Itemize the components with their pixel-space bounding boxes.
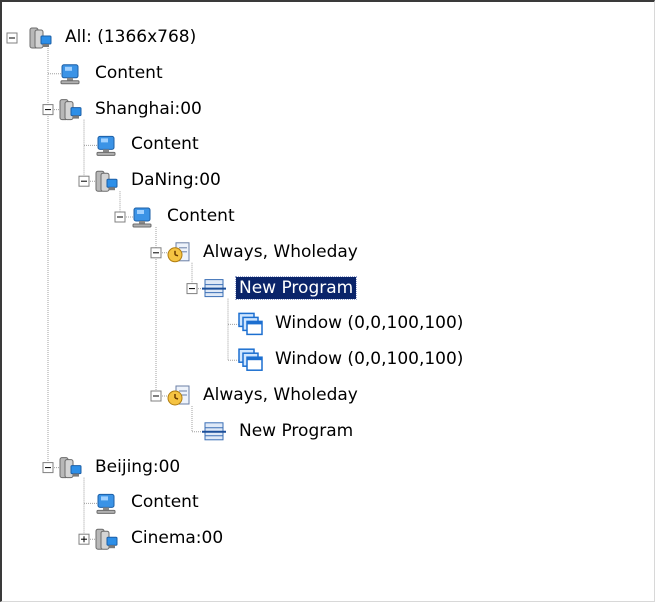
window-icon <box>238 348 263 371</box>
collapse-toggle-icon[interactable] <box>6 32 18 44</box>
tree-node-label[interactable]: Content <box>128 133 202 155</box>
tree-node-label[interactable]: Content <box>128 491 202 513</box>
collapse-toggle-icon[interactable] <box>114 211 126 223</box>
collapse-toggle-icon[interactable] <box>42 462 54 474</box>
monitor-icon <box>96 493 116 514</box>
collapse-toggle-icon[interactable] <box>150 390 162 402</box>
server-group-icon <box>59 457 82 479</box>
tree-connector-lines <box>6 27 263 550</box>
tree-node-label[interactable]: Content <box>92 62 166 84</box>
tree-node-label[interactable]: Always, Wholeday <box>200 241 361 263</box>
tree-node-label[interactable]: DaNing:00 <box>128 169 224 191</box>
program-icon <box>202 279 226 298</box>
tree-node-label[interactable]: New Program <box>236 420 356 442</box>
server-group-icon <box>95 170 118 192</box>
tree-node-label[interactable]: Cinema:00 <box>128 527 226 549</box>
tree-node-label[interactable]: All: (1366x768) <box>62 26 199 48</box>
tree-node-label[interactable]: Shanghai:00 <box>92 98 205 120</box>
tree-node-label[interactable]: Window (0,0,100,100) <box>272 312 466 334</box>
monitor-icon <box>132 207 152 228</box>
collapse-toggle-icon[interactable] <box>150 247 162 259</box>
tree-panel[interactable]: All: (1366x768) Content Shanghai:00 Content… <box>0 0 655 602</box>
expand-toggle-icon[interactable] <box>78 533 90 545</box>
collapse-toggle-icon[interactable] <box>42 104 54 116</box>
server-group-icon <box>29 27 52 49</box>
tree-node-label[interactable]: Always, Wholeday <box>200 384 361 406</box>
collapse-toggle-icon[interactable] <box>78 175 90 187</box>
monitor-icon <box>60 64 80 85</box>
window-icon <box>238 312 263 336</box>
program-icon <box>202 422 226 441</box>
tree-node-label[interactable]: Content <box>164 205 238 227</box>
tree-node-label[interactable]: New Program <box>234 275 358 300</box>
schedule-icon <box>167 385 190 406</box>
monitor-icon <box>96 135 116 156</box>
collapse-toggle-icon[interactable] <box>186 283 198 295</box>
server-group-icon <box>59 99 82 121</box>
tree-node-label[interactable]: Window (0,0,100,100) <box>272 348 466 370</box>
schedule-icon <box>167 242 190 263</box>
server-group-icon <box>95 528 118 550</box>
tree-node-label[interactable]: Beijing:00 <box>92 456 183 478</box>
